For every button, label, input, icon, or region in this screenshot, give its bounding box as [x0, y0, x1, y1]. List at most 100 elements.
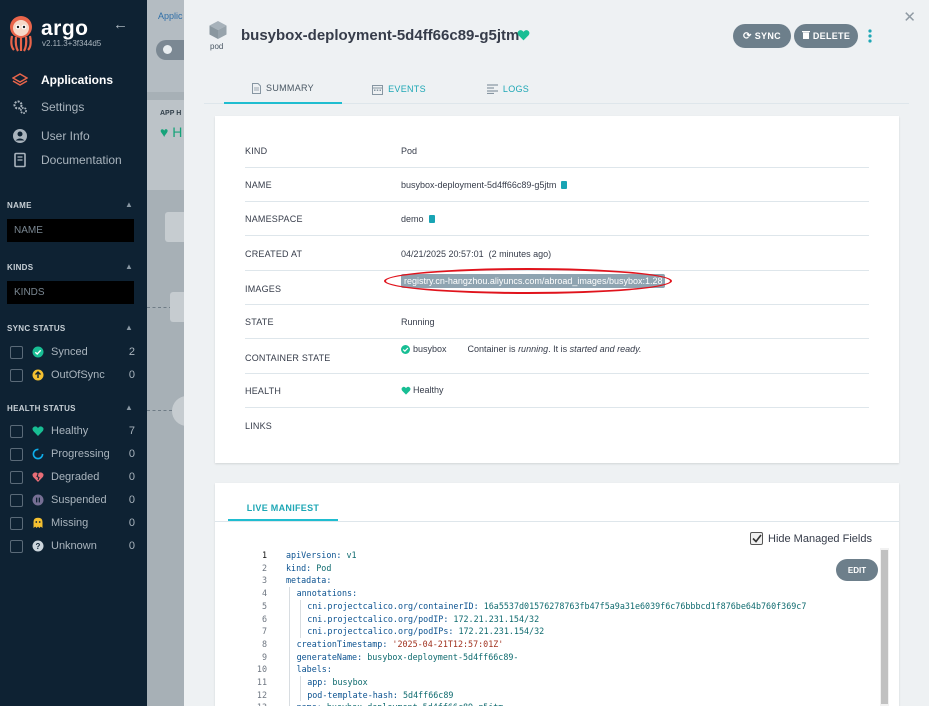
tab-live-manifest[interactable]: LIVE MANIFEST: [228, 499, 338, 521]
svg-text:?: ?: [36, 542, 41, 551]
checkbox[interactable]: [10, 516, 23, 530]
collapse-caret-icon[interactable]: ▲: [125, 200, 133, 209]
background-tree-node[interactable]: [170, 292, 185, 322]
checkbox-checked[interactable]: [750, 532, 763, 545]
background-button[interactable]: [156, 40, 185, 60]
yaml-line[interactable]: 2 kind: Pod: [232, 562, 872, 575]
pod-cube-icon: [209, 21, 227, 39]
filter-outofsync[interactable]: OutOfSync 0: [10, 367, 135, 383]
filter-unknown[interactable]: ? Unknown 0: [10, 538, 135, 554]
line-number: 10: [256, 664, 267, 675]
check-circle-icon: [32, 346, 44, 358]
nav-applications[interactable]: Applications: [0, 69, 147, 91]
container-name: busybox: [413, 344, 447, 354]
field-key: HEALTH: [245, 386, 282, 396]
yaml-code: generateName: busybox-deployment-5d4ff66…: [296, 651, 519, 662]
nav-documentation[interactable]: Documentation: [0, 149, 147, 171]
filter-missing[interactable]: Missing 0: [10, 515, 135, 531]
filter-healthy[interactable]: Healthy 7: [10, 423, 135, 439]
sync-button[interactable]: ⟳ SYNC: [733, 24, 791, 48]
tab-logs[interactable]: LOGS: [473, 74, 543, 104]
checkbox[interactable]: [10, 470, 23, 484]
indent-guide: [299, 676, 301, 702]
field-key: STATE: [245, 317, 274, 327]
copy-icon[interactable]: [561, 181, 568, 189]
filter-degraded[interactable]: Degraded 0: [10, 469, 135, 485]
yaml-editor[interactable]: 1 apiVersion: v1 2 kind: Pod 3 metadata: 4 anno…: [232, 548, 890, 706]
nav-user-info[interactable]: User Info: [0, 125, 147, 147]
edit-button[interactable]: EDIT: [836, 559, 878, 581]
summary-row-namespace: NAMESPACE demo: [245, 202, 869, 236]
collapse-caret-icon[interactable]: ▲: [125, 262, 133, 271]
yaml-code: app: busybox: [307, 677, 368, 687]
yaml-line[interactable]: 8 creationTimestamp: '2025-04-21T12:57:01…: [232, 638, 872, 651]
filter-progressing[interactable]: Progressing 0: [10, 446, 135, 462]
background-edge: [147, 410, 172, 411]
background-health-card: APP H ♥ H: [147, 100, 185, 190]
field-key: IMAGES: [245, 284, 282, 294]
collapse-caret-icon[interactable]: ▲: [125, 403, 133, 412]
checkbox[interactable]: [10, 345, 23, 359]
argo-octopus-logo[interactable]: [6, 14, 36, 52]
line-number: 5: [261, 600, 267, 611]
tab-summary[interactable]: SUMMARY: [224, 74, 342, 104]
field-key: CONTAINER STATE: [245, 353, 331, 363]
checkbox[interactable]: [10, 368, 23, 382]
kinds-filter-input[interactable]: [7, 281, 134, 304]
yaml-line[interactable]: 4 annotations:: [232, 587, 872, 600]
checkbox[interactable]: [10, 424, 23, 438]
scrollbar-thumb[interactable]: [881, 550, 888, 704]
copy-icon[interactable]: [428, 215, 435, 223]
background-application-view: Applic APP H ♥ H: [147, 0, 185, 706]
filter-synced[interactable]: Synced 2: [10, 344, 135, 360]
yaml-line[interactable]: 1 apiVersion: v1: [232, 549, 872, 562]
yaml-code: cni.projectcalico.org/podIP: 172.21.231.…: [307, 613, 540, 624]
filter-label: OutOfSync: [51, 369, 105, 381]
checkbox[interactable]: [10, 447, 23, 461]
tab-events[interactable]: EVENTS: [359, 74, 439, 104]
summary-row-kind: KIND Pod: [245, 134, 869, 168]
yaml-line[interactable]: 13 name: busybox-deployment-5d4ff66c89-g5…: [232, 701, 872, 706]
background-tree-node[interactable]: [165, 212, 185, 242]
hide-managed-fields-toggle[interactable]: Hide Managed Fields: [750, 532, 872, 545]
filter-label: Unknown: [51, 540, 97, 552]
collapse-sidebar-icon[interactable]: ←: [113, 16, 128, 33]
background-breadcrumb[interactable]: Applic: [158, 11, 183, 21]
name-filter-input[interactable]: [7, 219, 134, 242]
checkbox[interactable]: [10, 493, 23, 507]
editor-scrollbar[interactable]: [880, 548, 889, 706]
yaml-line[interactable]: 9 generateName: busybox-deployment-5d4ff6…: [232, 651, 872, 664]
nav-settings[interactable]: Settings: [0, 96, 147, 118]
collapse-caret-icon[interactable]: ▲: [125, 323, 133, 332]
close-icon[interactable]: ✕: [903, 8, 916, 26]
yaml-line[interactable]: 6 cni.projectcalico.org/podIP: 172.21.231…: [232, 613, 872, 626]
more-actions-icon[interactable]: [864, 27, 876, 45]
resource-kind-label: pod: [210, 42, 224, 51]
yaml-line[interactable]: 5 cni.projectcalico.org/containerID: 16a5…: [232, 600, 872, 613]
heart-icon: [32, 425, 44, 437]
yaml-code: cni.projectcalico.org/containerID: 16a55…: [307, 600, 807, 611]
ghost-icon: [32, 517, 44, 529]
version-label: v2.11.3+3f344d5: [42, 39, 102, 48]
yaml-line[interactable]: 7 cni.projectcalico.org/podIPs: 172.21.23…: [232, 625, 872, 638]
yaml-line[interactable]: 12 pod-template-hash: 5d4ff66c89: [232, 689, 872, 702]
yaml-line[interactable]: 10 labels:: [232, 663, 872, 676]
checkbox[interactable]: [10, 539, 23, 553]
spinner-icon: [32, 448, 44, 460]
yaml-code: metadata:: [286, 575, 332, 586]
filter-label: Missing: [51, 517, 89, 529]
delete-button[interactable]: DELETE: [794, 24, 858, 48]
filter-suspended[interactable]: Suspended 0: [10, 492, 135, 508]
container-status-text: Container is running. It is started and …: [467, 344, 642, 354]
yaml-line[interactable]: 3 metadata:: [232, 574, 872, 587]
indent-guide: [289, 587, 290, 706]
trash-icon: [801, 30, 810, 42]
pause-circle-icon: [32, 494, 44, 506]
field-key: NAME: [245, 180, 272, 190]
arrow-up-circle-icon: [32, 369, 44, 381]
panel-tabs: SUMMARY EVENTS LOGS: [204, 74, 909, 104]
line-number: 8: [261, 638, 267, 649]
annotation-highlight-ellipse: [384, 268, 672, 294]
yaml-line[interactable]: 11 app: busybox: [232, 676, 872, 689]
divider: [215, 521, 899, 522]
